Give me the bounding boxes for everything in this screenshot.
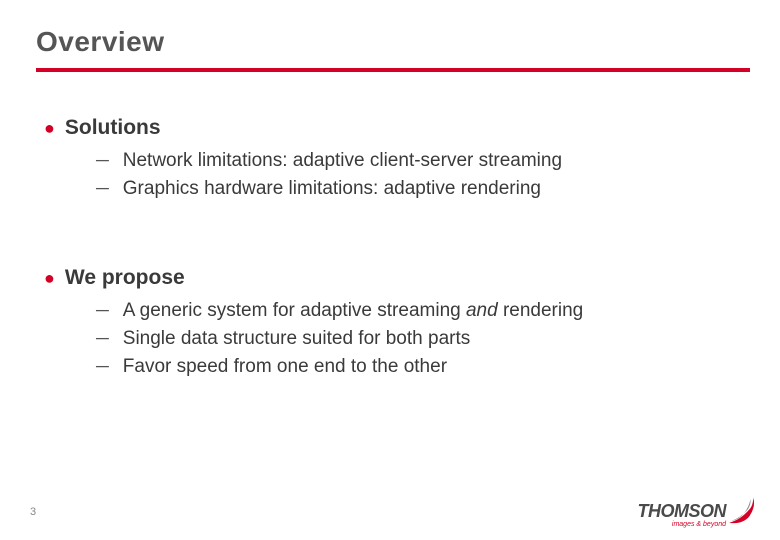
dash-icon: ─ — [96, 178, 109, 199]
list-item-text: Single data structure suited for both pa… — [123, 328, 470, 350]
title-rule — [36, 68, 750, 72]
brand-logo: THOMSON images & beyond — [638, 494, 759, 528]
dash-icon: ─ — [96, 150, 109, 171]
list-item-text: A generic system for adaptive streaming … — [123, 300, 583, 322]
list-item-text: Favor speed from one end to the other — [123, 356, 447, 378]
list-item-text: Network limitations: adaptive client-ser… — [123, 150, 562, 172]
slide-title: Overview — [36, 26, 750, 58]
list-item: ─ Network limitations: adaptive client-s… — [96, 150, 750, 172]
section-solutions: ● Solutions ─ Network limitations: adapt… — [36, 116, 750, 200]
list-item: ─ Favor speed from one end to the other — [96, 356, 750, 378]
list-item: ─ Single data structure suited for both … — [96, 328, 750, 350]
bullet-icon: ● — [44, 269, 55, 287]
bullet-icon: ● — [44, 119, 55, 137]
dash-icon: ─ — [96, 328, 109, 349]
logo-tagline: images & beyond — [672, 521, 726, 528]
logo-brand: THOMSON — [638, 501, 727, 521]
dash-icon: ─ — [96, 300, 109, 321]
page-number: 3 — [30, 506, 36, 518]
section-we-propose: ● We propose ─ A generic system for adap… — [36, 266, 750, 378]
section-heading: Solutions — [65, 116, 161, 140]
list-item: ─ Graphics hardware limitations: adaptiv… — [96, 178, 750, 200]
list-item-text: Graphics hardware limitations: adaptive … — [123, 178, 541, 200]
dash-icon: ─ — [96, 356, 109, 377]
section-heading: We propose — [65, 266, 185, 290]
swoosh-icon — [724, 494, 758, 528]
list-item: ─ A generic system for adaptive streamin… — [96, 300, 750, 322]
